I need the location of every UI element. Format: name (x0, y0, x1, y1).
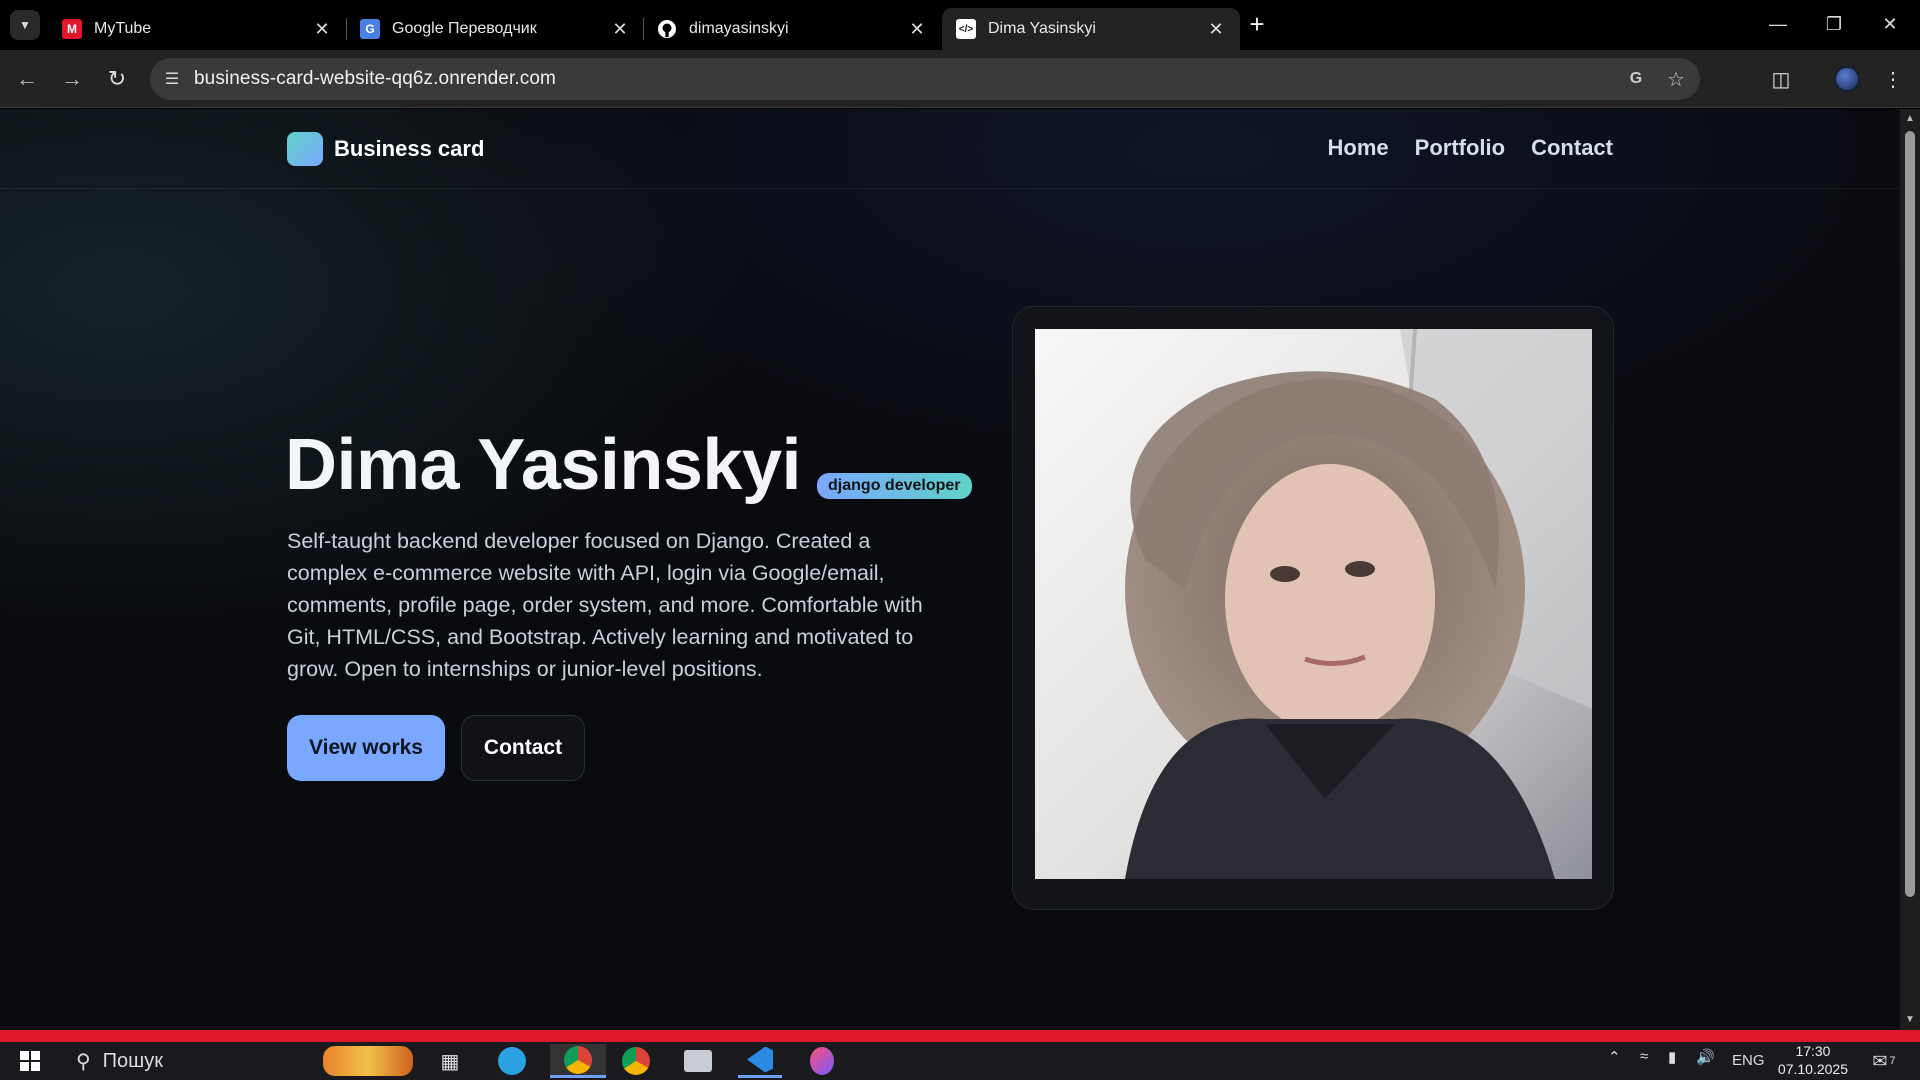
telegram-icon[interactable] (490, 1044, 534, 1078)
windows-start-icon[interactable] (8, 1044, 52, 1078)
tab-title: Dima Yasinskyi (988, 20, 1096, 37)
back-button[interactable]: ← (10, 62, 44, 96)
forward-button[interactable]: → (55, 62, 89, 96)
profile-avatar[interactable] (1830, 62, 1864, 96)
arrow-left-icon: ← (16, 66, 38, 91)
minimize-window-button[interactable]: — (1758, 8, 1798, 40)
hero-heading: Dima Yasinskyi django developer (285, 429, 972, 501)
browser-toolbar: ← → ↻ ☰ business-card-website-qq6z.onren… (0, 50, 1920, 108)
chevron-down-icon: ▼ (19, 18, 31, 32)
autumn-widget-icon (323, 1046, 413, 1076)
view-works-button[interactable]: View works (287, 715, 445, 781)
file-explorer-icon[interactable] (676, 1044, 720, 1078)
arrow-right-icon: → (61, 66, 83, 91)
nav-link-contact[interactable]: Contact (1531, 135, 1613, 161)
hero-description: Self-taught backend developer focused on… (287, 529, 923, 681)
tab-mytube[interactable]: M MyTube ✕ (48, 8, 346, 50)
tab-google-translate[interactable]: G Google Переводчик ✕ (346, 8, 644, 50)
tab-strip: ▼ M MyTube ✕ G Google Переводчик ✕ dimay… (0, 0, 1920, 50)
address-bar[interactable]: ☰ business-card-website-qq6z.onrender.co… (150, 58, 1700, 100)
site-header: Business card Home Portfolio Contact (0, 109, 1900, 189)
taskbar: ⚲ Пошук ▦ ⌃ ≈ ▮ 🔊 ENG 17:30 07.10.2025 ✉… (0, 1030, 1920, 1080)
tab-title: dimayasinskyi (689, 20, 789, 37)
nav-link-home[interactable]: Home (1328, 135, 1389, 161)
reload-button[interactable]: ↻ (100, 62, 134, 96)
battery-icon[interactable]: ▮ (1668, 1048, 1676, 1066)
page-viewport: Business card Home Portfolio Contact Dim… (0, 109, 1900, 1030)
url-text[interactable]: business-card-website-qq6z.onrender.com (194, 68, 556, 90)
mytube-favicon-icon: M (62, 19, 82, 39)
reload-icon: ↻ (107, 66, 127, 91)
scroll-up-icon[interactable]: ▲ (1904, 113, 1916, 125)
clock-time: 17:30 (1795, 1043, 1831, 1059)
site-info-icon[interactable]: ☰ (150, 69, 194, 89)
chrome-profile-icon[interactable] (614, 1044, 658, 1078)
task-view-icon[interactable]: ▦ (428, 1044, 472, 1078)
main-nav: Home Portfolio Contact (1328, 135, 1613, 161)
language-indicator[interactable]: ENG (1732, 1052, 1765, 1069)
vscode-icon[interactable] (738, 1044, 782, 1078)
code-favicon-icon: </> (956, 19, 976, 39)
close-icon[interactable]: ✕ (610, 19, 630, 40)
brand-name: Business card (334, 136, 485, 161)
close-icon[interactable]: ✕ (907, 19, 927, 40)
wifi-icon[interactable]: ≈ (1640, 1048, 1648, 1065)
app-drop-icon[interactable] (800, 1044, 844, 1078)
hero-name: Dima Yasinskyi (285, 425, 802, 505)
contact-button[interactable]: Contact (461, 715, 585, 781)
brand-logo-icon (287, 132, 323, 166)
role-badge: django developer (817, 473, 972, 499)
close-icon[interactable]: ✕ (312, 19, 332, 40)
notifications-button[interactable]: ✉ 7 (1868, 1046, 1900, 1076)
translate-favicon-icon: G (360, 19, 380, 39)
system-clock[interactable]: 17:30 07.10.2025 (1778, 1042, 1848, 1078)
tab-search-button[interactable]: ▼ (10, 10, 40, 40)
taskbar-search-placeholder: Пошук (102, 1049, 163, 1072)
chevron-up-icon[interactable]: ⌃ (1608, 1048, 1621, 1066)
taskbar-widget-image[interactable] (320, 1044, 416, 1078)
profile-photo-card (1012, 306, 1614, 910)
extensions-icon[interactable]: ◫ (1764, 62, 1798, 96)
chrome-icon[interactable] (550, 1044, 606, 1078)
volume-icon[interactable]: 🔊 (1696, 1048, 1715, 1066)
tab-title: MyTube (94, 20, 152, 37)
scroll-down-icon[interactable]: ▼ (1904, 1014, 1916, 1026)
close-window-button[interactable]: ✕ (1870, 8, 1910, 40)
profile-photo (1035, 329, 1592, 879)
new-tab-button[interactable]: + (1244, 11, 1270, 38)
close-icon[interactable]: ✕ (1206, 19, 1226, 40)
nav-link-portfolio[interactable]: Portfolio (1415, 135, 1505, 161)
notification-count: 7 (1889, 1055, 1896, 1067)
bookmark-star-icon[interactable]: ☆ (1658, 58, 1694, 100)
brand[interactable]: Business card (287, 132, 484, 166)
github-icon (657, 19, 677, 39)
clock-date: 07.10.2025 (1777, 1061, 1848, 1077)
tab-dima-yasinskyi[interactable]: </> Dima Yasinskyi ✕ (942, 8, 1240, 50)
menu-icon[interactable]: ⋮ (1876, 62, 1910, 96)
tab-title: Google Переводчик (392, 20, 537, 37)
avatar (1834, 66, 1860, 92)
translate-icon[interactable]: G (1618, 58, 1654, 100)
scroll-thumb[interactable] (1905, 131, 1915, 897)
search-icon: ⚲ (76, 1050, 91, 1073)
tab-github[interactable]: dimayasinskyi ✕ (643, 8, 941, 50)
notification-icon: ✉ (1872, 1050, 1888, 1071)
restore-window-button[interactable]: ❐ (1814, 8, 1854, 40)
page-scrollbar[interactable]: ▲ ▼ (1900, 109, 1920, 1030)
